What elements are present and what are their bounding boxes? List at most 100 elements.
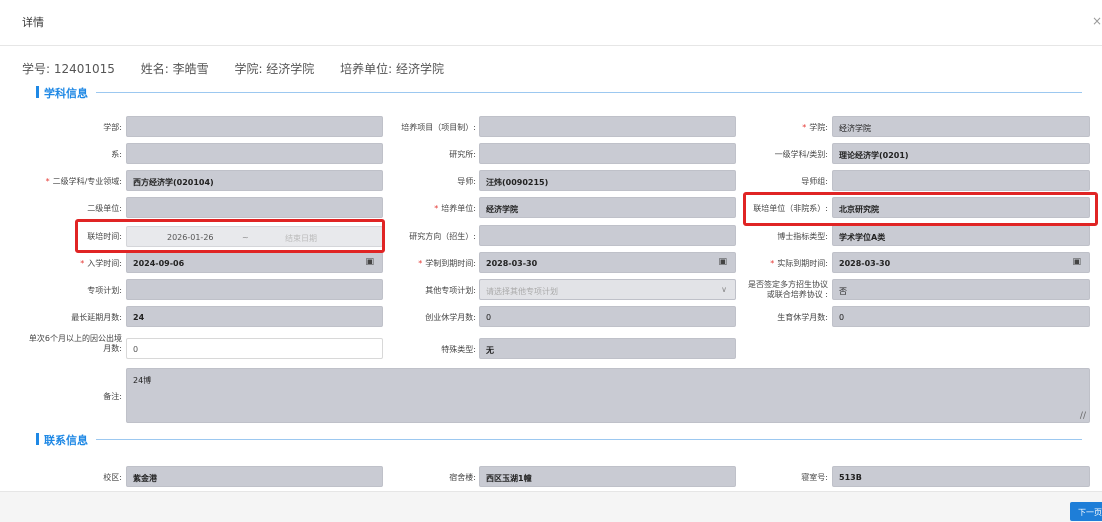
field-phd-type[interactable]: 学术学位A类 <box>832 225 1090 246</box>
field-actual-due-date[interactable]: 2028-03-30 ▣ <box>832 252 1090 273</box>
calendar-icon[interactable]: ▣ <box>1072 257 1081 267</box>
label-training-unit-text: 培养单位: <box>441 204 476 213</box>
label-multi-agreement-colon: : <box>825 290 828 299</box>
section-marker <box>36 86 39 98</box>
label-room: 寝室号: <box>801 473 828 482</box>
chevron-down-icon[interactable]: ∨ <box>721 285 727 294</box>
field-abroad-months[interactable]: 0 <box>126 338 383 359</box>
label-college: * 学院: <box>802 123 828 132</box>
field-business-leave[interactable]: 0 <box>479 306 736 327</box>
label-maternity-leave: 生育休学月数: <box>777 313 828 322</box>
summary-unit: 培养单位: 经济学院 <box>340 62 444 76</box>
field-xi[interactable] <box>126 143 383 164</box>
label-first-discipline: 一级学科/类别: <box>774 150 828 159</box>
label-multi-agreement-line2: 或联合培养协议 : <box>740 290 828 300</box>
calendar-icon[interactable]: ▣ <box>365 257 374 267</box>
dialog-footer: 下一页 <box>0 491 1102 522</box>
section-contact-info: 联系信息 <box>36 431 1082 447</box>
field-first-discipline[interactable]: 理论经济学(0201) <box>832 143 1090 164</box>
joint-time-start[interactable]: 2026-01-26 <box>167 233 214 242</box>
label-joint-time: 联培时间: <box>87 232 122 241</box>
actual-due-date-value: 2028-03-30 <box>839 259 891 268</box>
joint-time-end[interactable]: 结束日期 <box>285 233 317 244</box>
label-multi-agreement-line2-text: 或联合培养协议 <box>766 290 823 299</box>
field-institute[interactable] <box>479 143 736 164</box>
student-summary: 学号: 12401015 姓名: 李皓雪 学院: 经济学院 培养单位: 经济学院 <box>22 60 466 77</box>
section-title: 联系信息 <box>44 434 88 447</box>
label-dorm: 宿舍楼: <box>449 473 476 482</box>
label-project: 培养项目（项目制）: <box>401 123 476 132</box>
dialog-header: 详情 × <box>0 0 1102 46</box>
label-institute: 研究所: <box>449 150 476 159</box>
calendar-icon[interactable]: ▣ <box>718 257 727 267</box>
label-training-unit: * 培养单位: <box>434 204 476 213</box>
label-business-leave: 创业休学月数: <box>425 313 476 322</box>
label-phd-type: 博士指标类型: <box>777 232 828 241</box>
field-second-discipline[interactable]: 西方经济学(020104) <box>126 170 383 191</box>
field-advisor-group[interactable] <box>832 170 1090 191</box>
label-second-discipline: * 二级学科/专业领域: <box>45 177 122 186</box>
section-title: 学科信息 <box>44 87 88 100</box>
field-joint-unit[interactable]: 北京研究院 <box>832 197 1090 218</box>
label-dept: 学部: <box>103 123 122 132</box>
due-date-value: 2028-03-30 <box>486 259 538 268</box>
label-enroll-date: * 入学时间: <box>80 259 122 268</box>
label-abroad-months-line1: 单次6个月以上的因公出境 <box>28 334 122 343</box>
remarks-value: 24博 <box>133 376 152 385</box>
label-remarks: 备注: <box>103 392 122 401</box>
label-xi: 系: <box>111 150 122 159</box>
field-enroll-date[interactable]: 2024-09-06 ▣ <box>126 252 383 273</box>
detail-dialog: 详情 × 学号: 12401015 姓名: 李皓雪 学院: 经济学院 培养单位:… <box>0 0 1102 522</box>
field-special-type[interactable]: 无 <box>479 338 736 359</box>
field-campus[interactable]: 紫金港 <box>126 466 383 487</box>
field-training-unit[interactable]: 经济学院 <box>479 197 736 218</box>
label-actual-due-date-text: 实际到期时间: <box>777 259 828 268</box>
label-abroad-months: 单次6个月以上的因公出境 月数: <box>2 334 122 354</box>
field-due-date[interactable]: 2028-03-30 ▣ <box>479 252 736 273</box>
label-special-plan: 专项计划: <box>87 286 122 295</box>
label-campus: 校区: <box>103 473 122 482</box>
joint-time-separator: ~ <box>242 233 249 242</box>
field-second-unit[interactable] <box>126 197 383 218</box>
field-dorm[interactable]: 西区玉湖1幢 <box>479 466 736 487</box>
resize-grip-icon[interactable]: ∕∕ <box>1080 411 1086 421</box>
summary-college: 学院: 经济学院 <box>234 62 315 76</box>
field-college[interactable]: 经济学院 <box>832 116 1090 137</box>
summary-name: 姓名: 李皓雪 <box>140 62 209 76</box>
close-icon[interactable]: × <box>1092 14 1102 28</box>
field-room[interactable]: 513B <box>832 466 1090 487</box>
joint-time-range[interactable]: 2026-01-26 ~ 结束日期 <box>126 226 383 247</box>
label-due-date: * 学制到期时间: <box>418 259 476 268</box>
section-marker <box>36 433 39 445</box>
field-other-plan[interactable]: 请选择其他专项计划 ∨ <box>479 279 736 300</box>
field-remarks[interactable]: 24博 ∕∕ <box>126 368 1090 423</box>
label-enroll-date-text: 入学时间: <box>87 259 122 268</box>
label-special-type: 特殊类型: <box>441 345 476 354</box>
field-multi-agreement[interactable]: 否 <box>832 279 1090 300</box>
field-maternity-leave[interactable]: 0 <box>832 306 1090 327</box>
label-advisor: 导师: <box>457 177 476 186</box>
section-subject-info: 学科信息 <box>36 84 1082 100</box>
dialog-title: 详情 <box>22 16 44 29</box>
label-second-discipline-text: 二级学科/专业领域: <box>52 177 122 186</box>
field-special-plan[interactable] <box>126 279 383 300</box>
label-actual-due-date: * 实际到期时间: <box>770 259 828 268</box>
label-multi-agreement-line1: 是否签定多方招生协议 <box>748 280 828 289</box>
label-other-plan: 其他专项计划: <box>425 286 476 295</box>
section-divider <box>96 439 1082 440</box>
label-second-unit: 二级单位: <box>87 204 122 213</box>
label-research-direction: 研究方向（招生）: <box>409 232 476 241</box>
field-advisor[interactable]: 汪炜(0090215) <box>479 170 736 191</box>
field-max-extend[interactable]: 24 <box>126 306 383 327</box>
field-project[interactable] <box>479 116 736 137</box>
label-max-extend: 最长延期月数: <box>71 313 122 322</box>
other-plan-placeholder: 请选择其他专项计划 <box>486 287 558 296</box>
next-page-button[interactable]: 下一页 <box>1070 502 1102 521</box>
enroll-date-value: 2024-09-06 <box>133 259 185 268</box>
field-dept[interactable] <box>126 116 383 137</box>
label-college-text: 学院: <box>809 123 828 132</box>
section-divider <box>96 92 1082 93</box>
label-joint-unit: 联培单位（非院系）: <box>753 204 828 213</box>
label-due-date-text: 学制到期时间: <box>425 259 476 268</box>
field-research-direction[interactable] <box>479 225 736 246</box>
